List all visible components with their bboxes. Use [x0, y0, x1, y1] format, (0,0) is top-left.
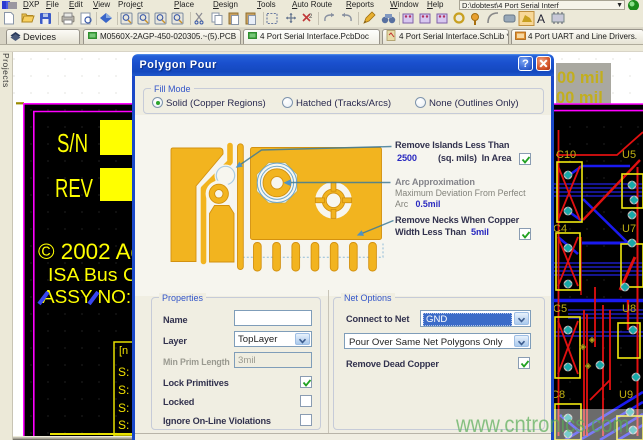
svg-text:U5: U5: [622, 149, 636, 161]
svg-text:00 mil: 00 mil: [557, 69, 604, 87]
svg-text:S:: S:: [118, 365, 129, 379]
svg-text:S:: S:: [118, 383, 129, 397]
svg-text:U7: U7: [622, 223, 636, 235]
svg-text:© 2002 Ad: © 2002 Ad: [38, 239, 143, 264]
svg-text:C10: C10: [556, 149, 576, 161]
svg-text:U8: U8: [622, 303, 636, 315]
svg-text:A: A: [537, 12, 545, 26]
svg-text:S:: S:: [118, 418, 129, 432]
svg-text:S:: S:: [118, 401, 129, 415]
svg-text:C5: C5: [553, 303, 567, 315]
svg-text:[n: [n: [119, 345, 128, 357]
svg-text:REV: REV: [55, 173, 93, 203]
svg-text:U9: U9: [619, 389, 633, 401]
svg-text:S/N: S/N: [57, 128, 88, 158]
svg-text:C4: C4: [553, 223, 567, 235]
svg-text:2: 2: [309, 14, 313, 20]
